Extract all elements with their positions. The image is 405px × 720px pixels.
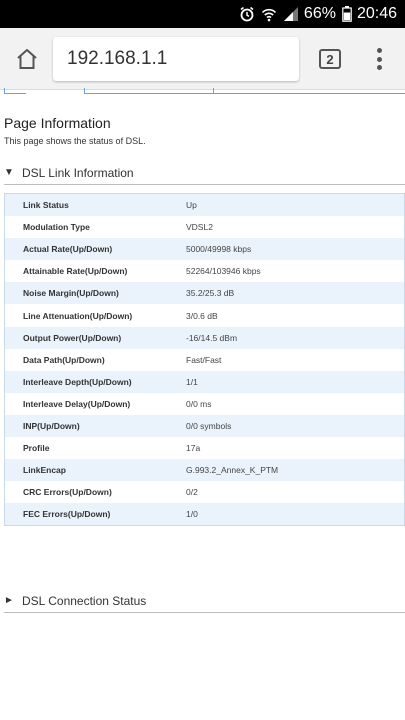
row-value: G.993.2_Annex_K_PTM xyxy=(186,465,279,476)
wifi-icon xyxy=(261,6,277,22)
battery-icon xyxy=(342,6,352,22)
overflow-menu-button[interactable] xyxy=(371,44,387,74)
caret-right-icon: ► xyxy=(4,595,14,606)
row-value: 1/0 xyxy=(186,509,198,520)
page-tab-line xyxy=(212,88,405,94)
row-value: 0/0 symbols xyxy=(186,420,232,431)
table-row: INP(Up/Down) 0/0 symbols xyxy=(5,414,404,438)
battery-percent: 66% xyxy=(303,5,336,22)
dsl-link-info-table: Link Status Up Modulation Type VDSL2 Actual … xyxy=(4,193,405,527)
status-bar: 66% 20:46 xyxy=(0,0,405,28)
row-value: 3/0.6 dB xyxy=(186,310,218,321)
menu-dot-icon xyxy=(376,48,382,53)
row-value: VDSL2 xyxy=(186,222,213,233)
row-value: 52264/103946 kbps xyxy=(186,266,261,277)
page-description: This page shows the status of DSL. xyxy=(4,136,146,146)
caret-down-icon: ▼ xyxy=(4,167,14,178)
table-row: Actual Rate(Up/Down) 5000/49998 kbps xyxy=(5,238,404,261)
table-row: Interleave Delay(Up/Down) 0/0 ms xyxy=(5,393,404,415)
tab-count: 2 xyxy=(326,51,334,67)
url-bar[interactable]: 192.168.1.1 xyxy=(53,37,299,81)
table-row: Noise Margin(Up/Down) 35.2/25.3 dB xyxy=(5,282,404,305)
section-label: DSL Link Information xyxy=(22,165,134,180)
row-key: Actual Rate(Up/Down) xyxy=(23,244,113,255)
row-key: Attainable Rate(Up/Down) xyxy=(23,266,128,277)
row-key: Noise Margin(Up/Down) xyxy=(23,288,119,299)
page-tab[interactable] xyxy=(4,88,26,94)
row-key: Output Power(Up/Down) xyxy=(23,332,122,343)
table-row: Output Power(Up/Down) -16/14.5 dBm xyxy=(5,326,404,349)
page-tab-strip xyxy=(0,88,405,96)
row-key: CRC Errors(Up/Down) xyxy=(23,487,112,498)
row-value: 1/1 xyxy=(186,376,198,387)
page-title: Page Information xyxy=(4,115,111,131)
row-key: Modulation Type xyxy=(23,222,90,233)
row-key: Profile xyxy=(23,443,50,454)
row-key: Interleave Delay(Up/Down) xyxy=(23,398,131,409)
row-value: 35.2/25.3 dB xyxy=(186,288,235,299)
row-value: 0/2 xyxy=(186,487,198,498)
table-row: Modulation Type VDSL2 xyxy=(5,216,404,238)
page-tab[interactable] xyxy=(84,88,214,94)
row-key: Interleave Depth(Up/Down) xyxy=(23,376,132,387)
table-row: Attainable Rate(Up/Down) 52264/103946 kbp… xyxy=(5,260,404,282)
home-button[interactable] xyxy=(10,42,44,76)
browser-toolbar: 192.168.1.1 2 xyxy=(0,28,405,90)
home-icon xyxy=(17,49,37,69)
menu-dot-icon xyxy=(376,56,382,62)
clock: 20:46 xyxy=(356,5,397,22)
alarm-icon xyxy=(239,6,255,22)
menu-dot-icon xyxy=(376,65,382,70)
table-row: Interleave Depth(Up/Down) 1/1 xyxy=(5,370,404,393)
row-key: FEC Errors(Up/Down) xyxy=(23,509,111,520)
row-value: Up xyxy=(186,200,197,211)
table-row: LinkEncap G.993.2_Annex_K_PTM xyxy=(5,459,404,482)
table-row: FEC Errors(Up/Down) 1/0 xyxy=(5,503,404,526)
tab-switcher-button[interactable]: 2 xyxy=(319,49,341,69)
signal-icon xyxy=(283,6,299,22)
table-row: CRC Errors(Up/Down) 0/2 xyxy=(5,481,404,503)
row-key: Link Status xyxy=(23,200,69,211)
table-row: Profile 17a xyxy=(5,437,404,459)
row-key: Line Attenuation(Up/Down) xyxy=(23,310,133,321)
table-row: Line Attenuation(Up/Down) 3/0.6 dB xyxy=(5,304,404,326)
row-key: INP(Up/Down) xyxy=(23,420,80,431)
row-value: -16/14.5 dBm xyxy=(186,332,238,343)
table-row: Link Status Up xyxy=(5,194,404,217)
section-dsl-link-information[interactable]: ▼ DSL Link Information xyxy=(4,161,405,185)
url-text: 192.168.1.1 xyxy=(67,48,168,69)
row-value: 17a xyxy=(186,443,201,454)
row-value: Fast/Fast xyxy=(186,354,222,365)
row-value: 5000/49998 kbps xyxy=(186,244,252,255)
section-dsl-connection-status[interactable]: ► DSL Connection Status xyxy=(4,589,405,613)
section-label: DSL Connection Status xyxy=(22,593,147,608)
row-key: Data Path(Up/Down) xyxy=(23,354,105,365)
row-value: 0/0 ms xyxy=(186,398,212,409)
row-key: LinkEncap xyxy=(23,465,66,476)
table-row: Data Path(Up/Down) Fast/Fast xyxy=(5,349,404,371)
